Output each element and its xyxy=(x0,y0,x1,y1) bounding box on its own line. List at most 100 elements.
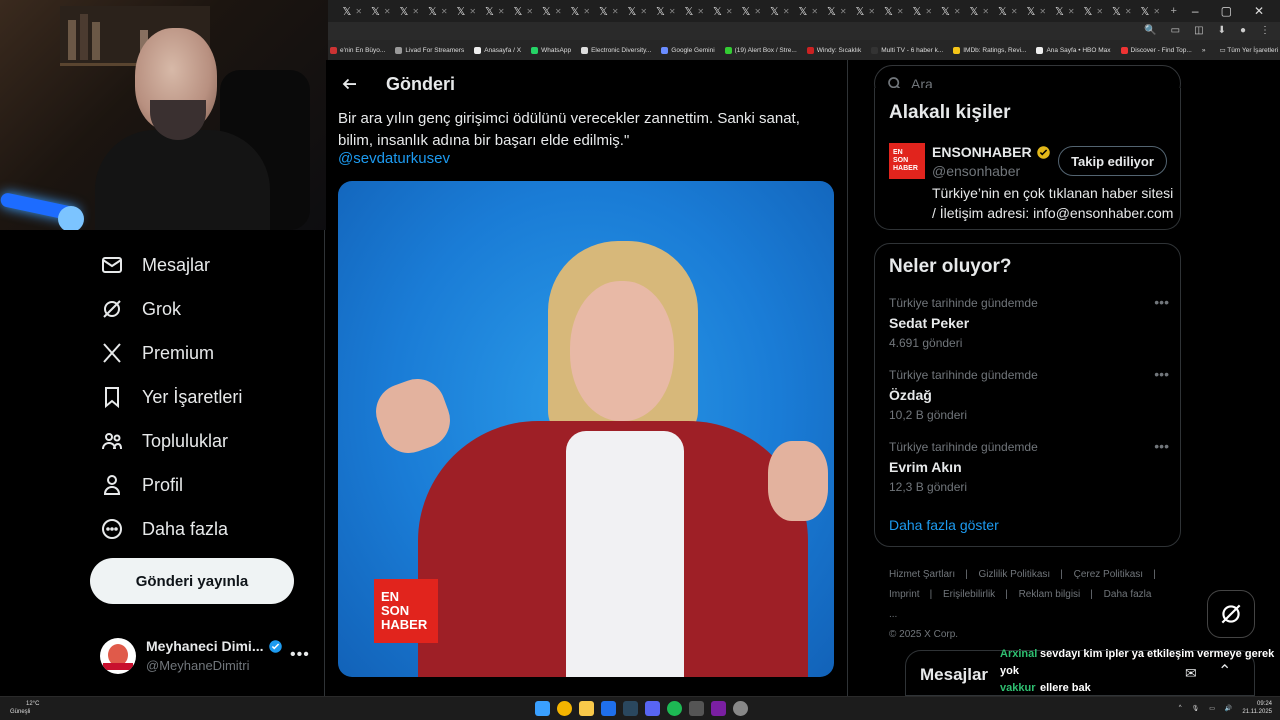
nav-item-grok[interactable]: Grok xyxy=(100,293,181,325)
profile-icon[interactable]: ● xyxy=(1240,25,1246,36)
tab-close-icon[interactable]: ✕ xyxy=(1011,7,1018,16)
footer-link[interactable]: Imprint xyxy=(889,589,920,600)
following-button[interactable]: Takip ediliyor xyxy=(1058,146,1167,176)
footer-link[interactable]: Erişilebilirlik xyxy=(943,589,995,600)
footer-link[interactable]: Hizmet Şartları xyxy=(889,569,955,580)
trend-item[interactable]: Türkiye tarihinde gündemde Özdağ 10,2 B … xyxy=(889,366,1169,428)
mention-link[interactable]: @sevdaturkusev xyxy=(338,150,450,167)
browser-tab[interactable]: 𝕏 ✕ xyxy=(766,0,795,22)
browser-tab[interactable]: 𝕏 ✕ xyxy=(1108,0,1137,22)
tab-close-icon[interactable]: ✕ xyxy=(412,7,419,16)
tab-close-icon[interactable]: ✕ xyxy=(754,7,761,16)
browser-tab[interactable]: 𝕏 ✕ xyxy=(737,0,766,22)
tab-close-icon[interactable]: ✕ xyxy=(384,7,391,16)
tab-close-icon[interactable]: ✕ xyxy=(925,7,932,16)
back-arrow-icon[interactable] xyxy=(340,74,360,94)
tab-close-icon[interactable]: ✕ xyxy=(1153,7,1160,16)
file-explorer-icon[interactable] xyxy=(579,701,594,716)
browser-tab[interactable]: 𝕏 ✕ xyxy=(1022,0,1051,22)
settings-icon[interactable] xyxy=(733,701,748,716)
cast-icon[interactable]: ▭ xyxy=(1171,25,1180,36)
browser-tab[interactable]: 𝕏 ✕ xyxy=(509,0,538,22)
chrome-icon[interactable] xyxy=(557,701,572,716)
tab-close-icon[interactable]: ✕ xyxy=(868,7,875,16)
address-bar[interactable]: 🔍 ▭ ◫ ⬇ ● ⋮ xyxy=(328,22,1280,40)
bookmark-item[interactable]: Multi TV - 6 haber k... xyxy=(871,46,943,54)
browser-tab[interactable]: 𝕏 ✕ xyxy=(709,0,738,22)
bookmark-item[interactable]: Ana Sayfa • HBO Max xyxy=(1036,46,1111,54)
tab-close-icon[interactable]: ✕ xyxy=(1039,7,1046,16)
footer-link[interactable]: Çerez Politikası xyxy=(1074,569,1143,580)
browser-tab[interactable]: 𝕏 ✕ xyxy=(823,0,852,22)
bookmark-item[interactable]: IMDb: Ratings, Revi... xyxy=(953,46,1026,54)
browser-tab[interactable]: 𝕏 ✕ xyxy=(880,0,909,22)
bookmark-item[interactable]: e'nin En Büyo... xyxy=(330,46,385,54)
browser-tab[interactable]: 𝕏 ✕ xyxy=(367,0,396,22)
tab-close-icon[interactable]: ✕ xyxy=(697,7,704,16)
spotify-icon[interactable] xyxy=(667,701,682,716)
bookmark-item[interactable]: Anasayfa / X xyxy=(474,46,521,54)
browser-tab[interactable]: 𝕏 ✕ xyxy=(338,0,367,22)
nav-item-messages[interactable]: Mesajlar xyxy=(100,249,210,281)
bookmark-item[interactable]: WhatsApp xyxy=(531,46,571,54)
account-name-row[interactable]: ENSONHABER xyxy=(932,144,1051,160)
zoom-icon[interactable]: 🔍 xyxy=(1144,25,1156,36)
browser-tab[interactable]: 𝕏 ✕ xyxy=(1136,0,1165,22)
tab-close-icon[interactable]: ✕ xyxy=(640,7,647,16)
nav-item-premium[interactable]: Premium xyxy=(100,337,214,369)
profile-more-icon[interactable]: ••• xyxy=(290,646,310,664)
tray-chevron-icon[interactable]: ^ xyxy=(1179,705,1182,711)
tab-close-icon[interactable]: ✕ xyxy=(897,7,904,16)
browser-tab[interactable]: 𝕏 ✕ xyxy=(595,0,624,22)
account-switcher[interactable]: Meyhaneci Dimi... @MeyhaneDimitri ••• xyxy=(100,636,320,680)
ensonhaber-avatar[interactable]: EN SON HABER xyxy=(889,143,925,179)
tab-close-icon[interactable]: ✕ xyxy=(840,7,847,16)
tab-close-icon[interactable]: ✕ xyxy=(612,7,619,16)
app-icon[interactable] xyxy=(711,701,726,716)
weather-widget[interactable]: 12°C Güneşli xyxy=(10,700,39,716)
tab-close-icon[interactable]: ✕ xyxy=(441,7,448,16)
steam-icon[interactable] xyxy=(623,701,638,716)
browser-tab[interactable]: 𝕏 ✕ xyxy=(680,0,709,22)
start-icon[interactable] xyxy=(535,701,550,716)
trend-more-icon[interactable]: ••• xyxy=(1154,366,1169,382)
network-icon[interactable]: ▭ xyxy=(1209,705,1215,712)
tab-close-icon[interactable]: ✕ xyxy=(1068,7,1075,16)
bookmark-item[interactable]: (19) Alert Box / Stre... xyxy=(724,46,797,54)
browser-tab[interactable]: 𝕏 ✕ xyxy=(424,0,453,22)
obs-icon[interactable] xyxy=(689,701,704,716)
tab-close-icon[interactable]: ✕ xyxy=(726,7,733,16)
bookmark-item[interactable]: Discover - Find Top... xyxy=(1120,46,1192,54)
bookmark-item[interactable]: Windy: Sıcaklık xyxy=(806,46,861,54)
bookmark-item[interactable]: Google Gemini xyxy=(661,46,715,54)
clock[interactable]: 09:24 21.11.2025 xyxy=(1242,700,1272,716)
close-window-button[interactable]: ✕ xyxy=(1254,4,1264,18)
tab-close-icon[interactable]: ✕ xyxy=(526,7,533,16)
menu-icon[interactable]: ⋮ xyxy=(1260,25,1270,36)
app-icon[interactable] xyxy=(601,701,616,716)
extensions-icon[interactable]: ◫ xyxy=(1194,25,1203,36)
nav-item-more[interactable]: Daha fazla xyxy=(100,513,228,545)
tab-close-icon[interactable]: ✕ xyxy=(669,7,676,16)
browser-tab[interactable]: 𝕏 ✕ xyxy=(994,0,1023,22)
tab-close-icon[interactable]: ✕ xyxy=(469,7,476,16)
browser-tab[interactable]: 𝕏 ✕ xyxy=(908,0,937,22)
tweet-video[interactable]: EN SON HABER xyxy=(338,181,834,677)
browser-tab[interactable]: 𝕏 ✕ xyxy=(965,0,994,22)
tab-close-icon[interactable]: ✕ xyxy=(811,7,818,16)
tab-close-icon[interactable]: ✕ xyxy=(1096,7,1103,16)
browser-tab[interactable]: 𝕏 ✕ xyxy=(937,0,966,22)
browser-tab[interactable]: 𝕏 ✕ xyxy=(452,0,481,22)
bookmarks-chevron-icon[interactable]: » xyxy=(1202,47,1206,54)
grok-floating-button[interactable] xyxy=(1207,590,1255,638)
tab-close-icon[interactable]: ✕ xyxy=(783,7,790,16)
bookmark-item[interactable]: Electronic Diversity... xyxy=(581,46,651,54)
download-icon[interactable]: ⬇ xyxy=(1218,25,1226,36)
trend-more-icon[interactable]: ••• xyxy=(1154,294,1169,310)
browser-tab[interactable]: 𝕏 ✕ xyxy=(1079,0,1108,22)
browser-tab[interactable]: 𝕏 ✕ xyxy=(851,0,880,22)
discord-icon[interactable] xyxy=(645,701,660,716)
post-button[interactable]: Gönderi yayınla xyxy=(90,558,294,604)
tab-close-icon[interactable]: ✕ xyxy=(1125,7,1132,16)
minimize-button[interactable]: – xyxy=(1192,4,1199,18)
